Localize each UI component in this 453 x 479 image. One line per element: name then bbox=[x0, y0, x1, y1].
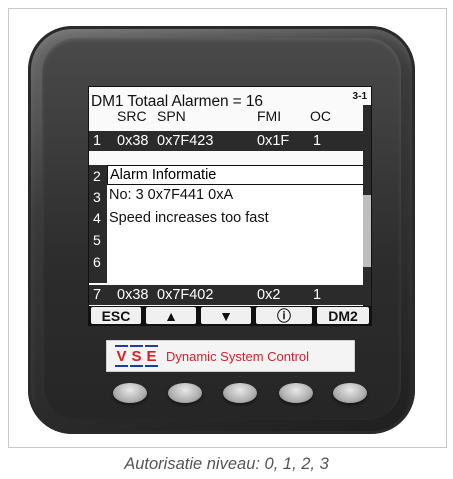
alarm-row-1[interactable]: 1 0x38 0x7F423 0x1F 1 bbox=[89, 131, 365, 151]
popup-title: Alarm Informatie bbox=[107, 165, 365, 185]
row-src: 0x38 bbox=[117, 287, 149, 303]
col-spn: SPN bbox=[157, 108, 186, 124]
popup-alarm-description: Speed increases too fast bbox=[109, 210, 269, 226]
logo-letter: E bbox=[145, 345, 158, 367]
row-number: 2 bbox=[93, 168, 101, 184]
logo-letter: S bbox=[130, 345, 143, 367]
dm2-softkey[interactable]: DM2 bbox=[317, 307, 369, 324]
row-number: 7 bbox=[93, 287, 102, 303]
hardware-button-2[interactable] bbox=[168, 383, 202, 403]
row-number: 4 bbox=[93, 210, 101, 226]
row-oc: 1 bbox=[313, 287, 322, 303]
brand-label: V S E Dynamic System Control bbox=[106, 340, 355, 372]
col-oc: OC bbox=[310, 108, 331, 124]
logo-letter: V bbox=[115, 345, 128, 367]
row-number: 6 bbox=[93, 254, 101, 270]
row-oc: 1 bbox=[313, 133, 322, 149]
info-icon-softkey[interactable]: ⓘ bbox=[256, 307, 312, 324]
page-indicator: 3-1 bbox=[352, 91, 367, 102]
popup-alarm-number: No: 3 0x7F441 0xA bbox=[109, 187, 234, 203]
lcd-screen: DM1 Totaal Alarmen = 16 3-1 SRC SPN FMI … bbox=[88, 86, 372, 326]
softkey-bar: ESC ▲ ▼ ⓘ DM2 bbox=[89, 306, 371, 325]
alarm-info-popup: Alarm Informatie No: 3 0x7F441 0xA Speed… bbox=[107, 165, 365, 283]
row-fmi: 0x1F bbox=[257, 133, 290, 149]
hardware-button-1[interactable] bbox=[113, 383, 147, 403]
row-spn: 0x7F402 bbox=[157, 287, 214, 303]
hardware-button-3[interactable] bbox=[223, 383, 257, 403]
row-number: 5 bbox=[93, 232, 101, 248]
hardware-button-5[interactable] bbox=[333, 383, 367, 403]
brand-tagline: Dynamic System Control bbox=[166, 348, 310, 364]
row-spn: 0x7F423 bbox=[157, 133, 214, 149]
alarm-row-7[interactable]: 7 0x38 0x7F402 0x2 1 bbox=[89, 285, 365, 305]
row-number: 1 bbox=[93, 133, 102, 149]
row-src: 0x38 bbox=[117, 133, 149, 149]
vse-logo: V S E bbox=[115, 345, 160, 367]
row-number-gutter: 2 3 4 5 6 bbox=[89, 165, 107, 283]
row-number: 3 bbox=[93, 189, 101, 205]
down-arrow-softkey[interactable]: ▼ bbox=[201, 307, 251, 324]
hardware-button-4[interactable] bbox=[279, 383, 313, 403]
col-src: SRC bbox=[117, 108, 147, 124]
col-fmi: FMI bbox=[257, 108, 282, 124]
row-fmi: 0x2 bbox=[257, 287, 281, 303]
figure-caption: Autorisatie niveau: 0, 1, 2, 3 bbox=[124, 455, 329, 473]
scrollbar-thumb[interactable] bbox=[363, 195, 371, 267]
up-arrow-softkey[interactable]: ▲ bbox=[146, 307, 196, 324]
esc-softkey[interactable]: ESC bbox=[91, 307, 141, 324]
